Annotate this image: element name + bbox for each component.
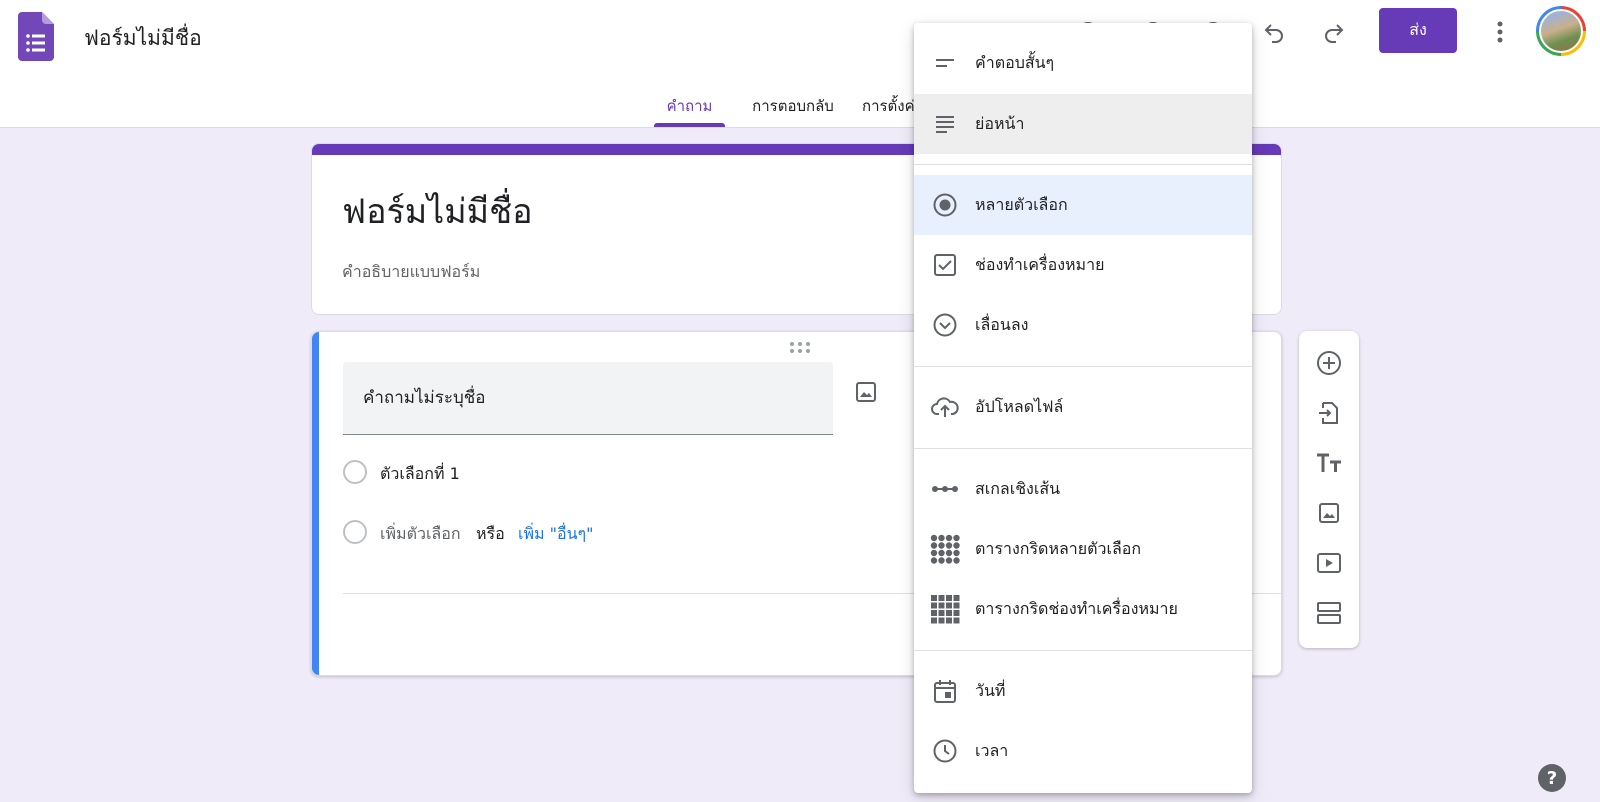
- add-title-description-icon[interactable]: [1311, 445, 1347, 481]
- menu-item-label: เลื่อนลง: [975, 314, 1029, 334]
- menu-item-multiple-choice[interactable]: หลายตัวเลือก: [914, 175, 1252, 235]
- add-video-icon[interactable]: [1311, 545, 1347, 581]
- question-type-menu: คำตอบสั้นๆ ย่อหน้า หลายตัวเลือก ช่องทำเค…: [914, 23, 1252, 793]
- checkbox-icon: [930, 250, 960, 280]
- menu-item-paragraph[interactable]: ย่อหน้า: [914, 94, 1252, 154]
- menu-item-short-answer[interactable]: คำตอบสั้นๆ: [914, 33, 1252, 93]
- menu-item-dropdown[interactable]: เลื่อนลง: [914, 295, 1252, 355]
- linear-scale-icon: [930, 474, 960, 504]
- paragraph-icon: [930, 109, 960, 139]
- add-other-link[interactable]: เพิ่ม "อื่นๆ": [518, 522, 594, 547]
- tab-questions[interactable]: คำถาม: [654, 88, 725, 128]
- multiple-choice-grid-icon: [930, 534, 960, 564]
- menu-item-label: สเกลเชิงเส้น: [975, 478, 1061, 498]
- app-header: ฟอร์มไม่มีชื่อ ส่ง คำถาม การตอบกลับ การต…: [0, 0, 1600, 128]
- form-title[interactable]: ฟอร์มไม่มีชื่อ: [342, 184, 533, 238]
- menu-item-label: อัปโหลดไฟล์: [975, 396, 1064, 416]
- option-1-radio: [343, 460, 367, 484]
- option-1-label[interactable]: ตัวเลือกที่ 1: [380, 462, 460, 487]
- menu-divider: [914, 164, 1252, 165]
- radio-icon: [930, 190, 960, 220]
- tab-bar: คำถาม การตอบกลับ การตั้งค่า: [0, 88, 1600, 128]
- import-questions-icon[interactable]: [1311, 395, 1347, 431]
- account-avatar[interactable]: [1536, 6, 1586, 56]
- time-icon: [930, 736, 960, 766]
- help-icon[interactable]: ?: [1538, 764, 1566, 792]
- menu-item-label: ตารางกริดช่องทำเครื่องหมาย: [975, 598, 1178, 618]
- menu-item-checkboxes[interactable]: ช่องทำเครื่องหมาย: [914, 235, 1252, 295]
- redo-icon[interactable]: [1316, 14, 1352, 50]
- add-image-icon[interactable]: [848, 374, 884, 410]
- active-card-indicator: [312, 332, 319, 675]
- undo-icon[interactable]: [1256, 14, 1292, 50]
- add-option-link[interactable]: เพิ่มตัวเลือก: [380, 522, 461, 547]
- menu-divider: [914, 650, 1252, 651]
- document-title[interactable]: ฟอร์มไม่มีชื่อ: [84, 22, 202, 55]
- add-image-toolbar-icon[interactable]: [1311, 495, 1347, 531]
- menu-item-label: ช่องทำเครื่องหมาย: [975, 254, 1105, 274]
- menu-item-label: เวลา: [975, 740, 1009, 760]
- add-section-icon[interactable]: [1311, 595, 1347, 631]
- menu-item-label: ตารางกริดหลายตัวเลือก: [975, 538, 1142, 558]
- menu-divider: [914, 448, 1252, 449]
- more-options-icon[interactable]: [1484, 14, 1516, 50]
- date-icon: [930, 676, 960, 706]
- add-question-icon[interactable]: [1311, 345, 1347, 381]
- active-tab-indicator: [654, 123, 725, 127]
- menu-item-label: วันที่: [975, 680, 1006, 700]
- menu-item-label: ย่อหน้า: [975, 113, 1025, 133]
- menu-divider: [914, 366, 1252, 367]
- upload-icon: [930, 392, 960, 422]
- menu-item-time[interactable]: เวลา: [914, 721, 1252, 781]
- dropdown-icon: [930, 310, 960, 340]
- menu-item-label: หลายตัวเลือก: [975, 194, 1068, 214]
- or-text: หรือ: [476, 524, 505, 543]
- forms-logo-icon[interactable]: [18, 12, 54, 61]
- add-option-radio: [343, 520, 367, 544]
- menu-item-linear-scale[interactable]: สเกลเชิงเส้น: [914, 459, 1252, 519]
- question-title-input[interactable]: คำถามไม่ระบุชื่อ: [343, 362, 833, 435]
- drag-handle-icon[interactable]: [788, 340, 812, 356]
- tab-responses[interactable]: การตอบกลับ: [738, 88, 848, 128]
- short-answer-icon: [930, 48, 960, 78]
- send-button[interactable]: ส่ง: [1379, 8, 1457, 53]
- form-description[interactable]: คำอธิบายแบบฟอร์ม: [342, 260, 480, 285]
- menu-item-checkbox-grid[interactable]: ตารางกริดช่องทำเครื่องหมาย: [914, 579, 1252, 639]
- menu-item-file-upload[interactable]: อัปโหลดไฟล์: [914, 377, 1252, 437]
- menu-item-multiple-choice-grid[interactable]: ตารางกริดหลายตัวเลือก: [914, 519, 1252, 579]
- checkbox-grid-icon: [930, 594, 960, 624]
- menu-item-date[interactable]: วันที่: [914, 661, 1252, 721]
- menu-item-label: คำตอบสั้นๆ: [975, 52, 1055, 72]
- side-toolbar: [1299, 331, 1359, 648]
